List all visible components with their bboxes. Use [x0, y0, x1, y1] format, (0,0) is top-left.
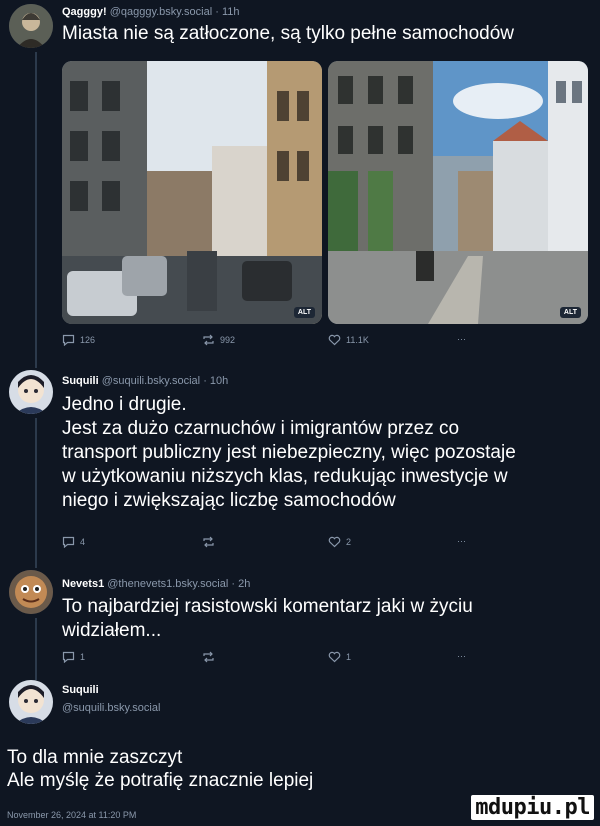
more-options-icon: ···	[457, 536, 466, 546]
street-photo-left[interactable]: ALT	[62, 61, 322, 324]
reply-icon	[62, 651, 75, 663]
heart-icon	[328, 334, 341, 346]
reply-button[interactable]: 4	[62, 536, 85, 548]
more-options-button[interactable]: ···	[457, 651, 466, 661]
repost-button[interactable]	[202, 536, 220, 548]
post-header: Suquili @suquili.bsky.social · 10h	[62, 375, 228, 387]
repost-button[interactable]	[202, 651, 220, 663]
avatar[interactable]	[9, 370, 53, 414]
post-actions: 4 2 ···	[62, 536, 482, 552]
post-actions: 1 1 ···	[62, 651, 482, 667]
like-count: 2	[346, 537, 352, 547]
post-header: Nevets1 @thenevets1.bsky.social · 2h	[62, 578, 250, 590]
like-count: 1	[346, 652, 352, 662]
avatar[interactable]	[9, 4, 53, 48]
reply-count: 4	[80, 537, 86, 547]
more-options-button[interactable]: ···	[457, 334, 466, 344]
like-button[interactable]: 11.1K	[328, 334, 369, 346]
like-button[interactable]: 1	[328, 651, 351, 663]
post-text: Miasta nie są zatłoczone, są tylko pełne…	[62, 23, 515, 44]
post: Nevets1 @thenevets1.bsky.social · 2h To …	[0, 568, 600, 663]
reply-button[interactable]: 1	[62, 651, 85, 663]
post-text: To najbardziej rasistowski komentarz jak…	[62, 596, 473, 641]
post-time[interactable]: · 11h	[215, 6, 239, 18]
watermark: mdupiu.pl	[471, 795, 594, 820]
post-header: Qagggy! @qagggy.bsky.social · 11h	[62, 6, 240, 18]
repost-count: 992	[220, 335, 236, 345]
author-handle[interactable]: @qagggy.bsky.social	[110, 6, 212, 18]
post: Suquili @suquili.bsky.social · 10h Jedno…	[0, 368, 600, 558]
like-count: 11.1K	[346, 335, 369, 345]
street-photo-right[interactable]: ALT	[328, 61, 588, 324]
repost-icon	[203, 651, 214, 663]
post-text: Jedno i drugie. Jest za dużo czarnuchów …	[62, 394, 516, 511]
reply-icon	[62, 334, 75, 346]
post-text: To dla mnie zaszczyt Ale myślę że potraf…	[7, 747, 314, 791]
like-button[interactable]: 2	[328, 536, 351, 548]
author-handle[interactable]: @thenevets1.bsky.social	[107, 578, 228, 590]
alt-badge[interactable]: ALT	[559, 307, 581, 318]
reply-icon	[62, 536, 75, 548]
alt-badge[interactable]: ALT	[293, 307, 315, 318]
reply-count: 126	[80, 335, 96, 345]
author-name[interactable]: Suquili	[62, 684, 160, 696]
repost-icon	[203, 334, 214, 346]
author-name[interactable]: Suquili	[62, 375, 99, 387]
avatar[interactable]	[9, 680, 53, 724]
reply-button[interactable]: 126	[62, 334, 95, 346]
more-options-button[interactable]: ···	[457, 536, 466, 546]
post-header: Suquili @suquili.bsky.social	[62, 684, 160, 714]
post: Qagggy! @qagggy.bsky.social · 11h Miasta…	[0, 0, 600, 360]
heart-icon	[328, 651, 341, 663]
heart-icon	[328, 536, 341, 548]
more-options-icon: ···	[457, 334, 466, 344]
post-date: November 26, 2024 at 11:20 PM	[7, 810, 137, 820]
post-actions: 126 992 11.1K ···	[62, 334, 482, 350]
author-handle[interactable]: @suquili.bsky.social	[102, 375, 200, 387]
repost-button[interactable]: 992	[202, 334, 235, 346]
repost-icon	[203, 536, 214, 548]
post-time[interactable]: · 2h	[231, 578, 250, 590]
author-name[interactable]: Qagggy!	[62, 6, 107, 18]
post-images: ALT ALT	[62, 61, 588, 324]
avatar[interactable]	[9, 570, 53, 614]
post-time[interactable]: · 10h	[203, 375, 228, 387]
author-handle[interactable]: @suquili.bsky.social	[62, 702, 160, 714]
more-options-icon: ···	[457, 651, 466, 661]
reply-count: 1	[80, 652, 86, 662]
author-name[interactable]: Nevets1	[62, 578, 104, 590]
